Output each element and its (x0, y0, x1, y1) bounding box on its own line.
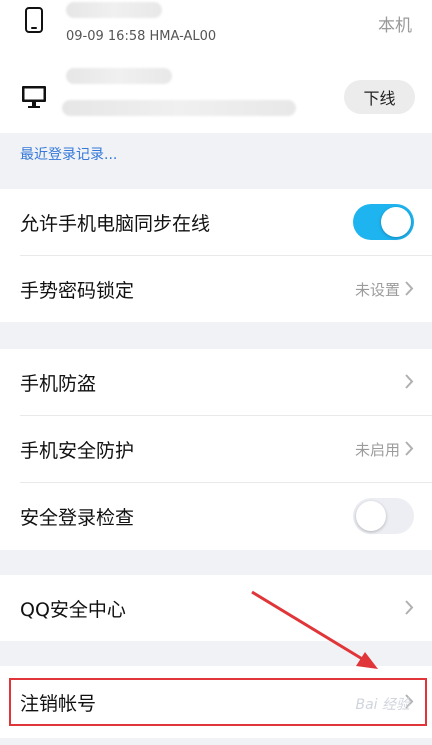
watermark: Bai 经验 (355, 697, 410, 713)
arrow-annotation-icon (251, 590, 378, 669)
